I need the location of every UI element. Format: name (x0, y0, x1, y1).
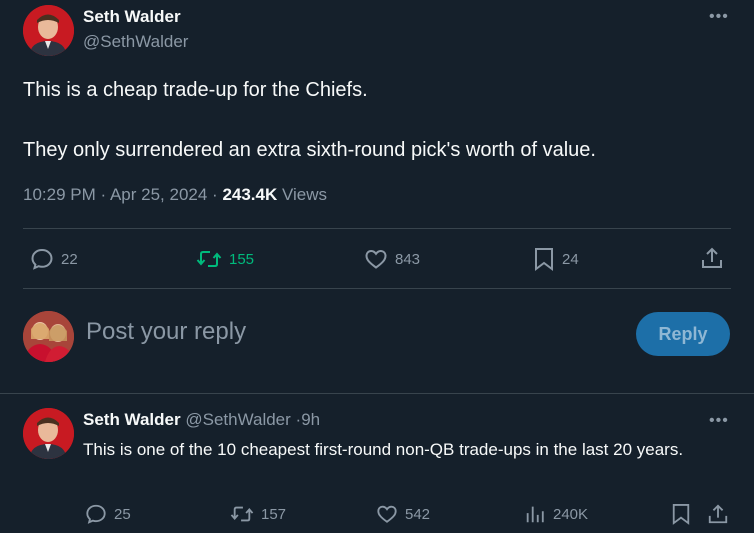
tweet-age[interactable]: 9h (301, 410, 320, 429)
user-avatar[interactable] (23, 311, 74, 362)
tweet-thread: Seth Walder @SethWalder ••• This is a ch… (0, 0, 754, 533)
divider (23, 228, 731, 229)
tweet-time[interactable]: 10:29 PM (23, 185, 96, 204)
more-icon[interactable]: ••• (709, 413, 729, 429)
author-name[interactable]: Seth Walder (83, 410, 181, 429)
tweet-text-line-2: They only surrendered an extra sixth-rou… (23, 139, 596, 161)
reply-icon (31, 248, 53, 270)
divider (23, 288, 731, 289)
share-action[interactable] (707, 503, 729, 525)
retweet-action[interactable]: 155 (196, 247, 254, 271)
author-avatar[interactable] (23, 5, 74, 56)
retweet-action[interactable]: 157 (230, 503, 286, 525)
meta-separator: · (100, 185, 110, 204)
share-icon (708, 504, 728, 524)
like-action[interactable]: 542 (376, 503, 430, 525)
bookmark-action[interactable] (671, 503, 691, 525)
retweet-icon (196, 251, 222, 267)
like-action[interactable]: 843 (364, 247, 420, 271)
like-count: 542 (405, 505, 431, 523)
author-name[interactable]: Seth Walder (83, 7, 181, 27)
bookmark-icon (672, 504, 690, 525)
meta-separator: · (212, 185, 223, 204)
like-icon (365, 249, 387, 269)
author-handle[interactable]: @SethWalder (83, 32, 188, 52)
bookmark-action[interactable]: 24 (533, 247, 579, 271)
more-icon[interactable]: ••• (709, 9, 729, 25)
divider (0, 393, 754, 394)
views-label: Views (282, 185, 328, 204)
retweet-count: 155 (229, 250, 255, 268)
views-icon (526, 506, 544, 523)
tweet-text: This is one of the 10 cheapest first-rou… (83, 440, 684, 459)
reply-input[interactable]: Post your reply (86, 318, 246, 346)
retweet-count: 157 (261, 505, 287, 523)
views-count: 240K (553, 505, 589, 523)
tweet-meta: 10:29 PM · Apr 25, 2024 · 243.4K Views (23, 185, 327, 205)
reply-count: 25 (114, 505, 131, 523)
retweet-icon (230, 506, 254, 522)
tweet-header: Seth Walder @SethWalder ·9h (83, 410, 320, 430)
like-icon (377, 505, 397, 523)
tweet-date[interactable]: Apr 25, 2024 (110, 185, 207, 204)
bookmark-count: 24 (562, 250, 579, 268)
reply-action[interactable]: 22 (30, 247, 78, 271)
author-handle[interactable]: @SethWalder (185, 410, 290, 429)
reply-count: 22 (61, 250, 78, 268)
views-action[interactable]: 240K (524, 503, 588, 525)
like-count: 843 (395, 250, 421, 268)
bookmark-icon (535, 248, 553, 271)
tweet-text-line-1: This is a cheap trade-up for the Chiefs. (23, 79, 368, 101)
reply-action[interactable]: 25 (85, 503, 131, 525)
share-icon (702, 247, 722, 268)
author-avatar[interactable] (23, 408, 74, 459)
reply-button[interactable]: Reply (636, 312, 730, 356)
share-action[interactable] (700, 246, 724, 270)
reply-icon (86, 504, 106, 524)
views-count[interactable]: 243.4K (222, 185, 277, 204)
tweet-text: This is a cheap trade-up for the Chiefs.… (23, 75, 723, 165)
